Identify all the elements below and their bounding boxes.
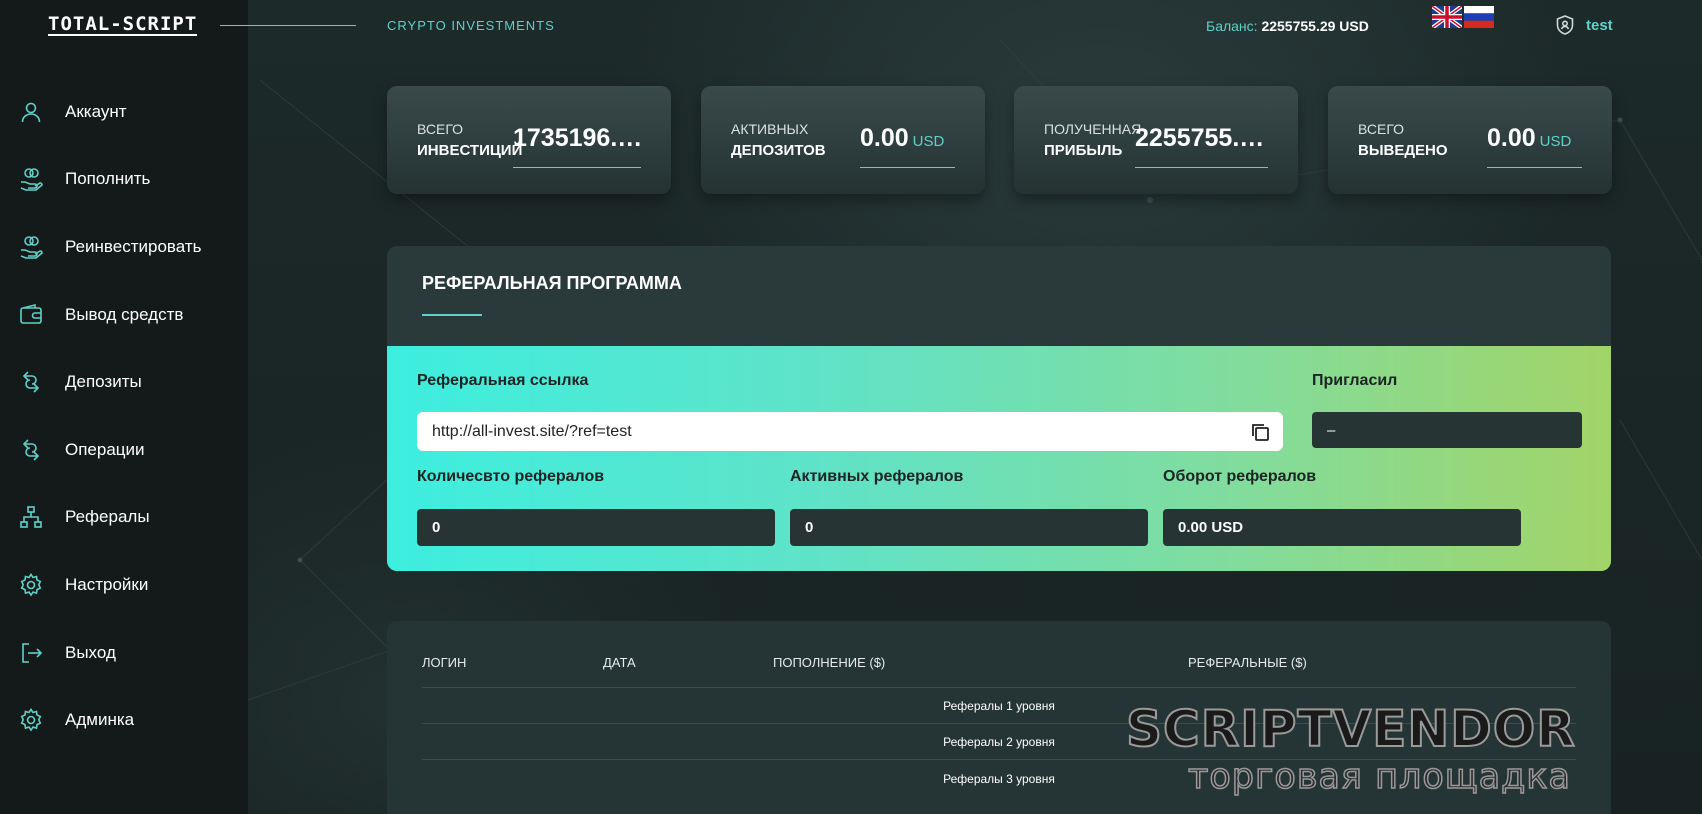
- sidebar-item-account[interactable]: Аккаунт: [0, 78, 248, 146]
- stat-label-bottom: ПРИБЫЛЬ: [1044, 142, 1123, 159]
- sidebar-item-operations[interactable]: Операции: [0, 416, 248, 484]
- stat-underline: [1135, 167, 1268, 168]
- sidebar-item-settings[interactable]: Настройки: [0, 551, 248, 619]
- sidebar-item-label: Вывод средств: [65, 304, 184, 324]
- coins-hand-icon: [18, 166, 44, 192]
- title-underline: [422, 314, 482, 316]
- referral-title: РЕФЕРАЛЬНАЯ ПРОГРАММА: [422, 273, 682, 293]
- sidebar-item-label: Выход: [65, 642, 116, 662]
- sidebar-item-label: Депозиты: [65, 372, 142, 392]
- referral-link-value: http://all-invest.site/?ref=test: [432, 422, 632, 440]
- transfer-icon: [18, 369, 44, 395]
- stat-card-total-invested: ВСЕГО ИНВЕСТИЦИЙ 1735196.…: [387, 86, 671, 194]
- watermark: SCRIPTVENDOR торговая площадка: [1125, 699, 1682, 800]
- balance-label: Баланс:: [1206, 18, 1258, 34]
- stat-underline: [1487, 167, 1582, 168]
- referral-link-label: Реферальная ссылка: [417, 372, 589, 389]
- active-referrals-label: Активных рефералов: [790, 468, 964, 485]
- column-header-referral[interactable]: РЕФЕРАЛЬНЫЕ ($): [1188, 655, 1307, 670]
- invited-by-field[interactable]: –: [1312, 412, 1582, 448]
- referral-count-label: Количесвто рефералов: [417, 468, 605, 485]
- stat-unit: USD: [912, 133, 945, 150]
- stat-underline: [860, 167, 955, 168]
- transfer-icon: [18, 437, 44, 463]
- invited-by-label: Пригласил: [1312, 372, 1398, 389]
- stat-label-top: АКТИВНЫХ: [731, 121, 809, 137]
- referral-details: Реферальная ссылка http://all-invest.sit…: [387, 346, 1611, 571]
- sidebar-nav: Аккаунт Пополнить Реинвестировать Вывод …: [0, 78, 248, 754]
- referral-turnover-field[interactable]: 0.00 USD: [1163, 509, 1521, 546]
- watermark-subtitle: торговая площадка: [1187, 756, 1571, 798]
- user-icon: [18, 99, 44, 125]
- row-divider: [422, 687, 1576, 688]
- gear-icon: [18, 572, 44, 598]
- coins-hand-icon: [18, 234, 44, 260]
- referral-panel: РЕФЕРАЛЬНАЯ ПРОГРАММА Реферальная ссылка…: [387, 246, 1611, 571]
- stat-value: 1735196.…: [513, 124, 641, 152]
- sidebar-item-label: Админка: [65, 710, 135, 730]
- sidebar-item-label: Пополнить: [65, 169, 151, 189]
- stat-label-top: ВСЕГО: [417, 121, 464, 137]
- stat-unit: USD: [1539, 133, 1572, 150]
- sidebar: TOTAL-SCRIPT Аккаунт Пополнить Реинвести…: [0, 0, 248, 814]
- stat-label-top: ВСЕГО: [1358, 121, 1405, 137]
- sidebar-item-deposits[interactable]: Депозиты: [0, 348, 248, 416]
- tagline: CRYPTO INVESTMENTS: [387, 18, 555, 33]
- stat-value: 2255755.…: [1135, 124, 1265, 152]
- wallet-icon: [18, 302, 44, 328]
- referral-turnover-label: Оборот рефералов: [1163, 468, 1317, 485]
- stat-label-bottom: ВЫВЕДЕНО: [1358, 142, 1448, 159]
- russian-flag[interactable]: [1464, 6, 1494, 28]
- stat-label-top: ПОЛУЧЕННАЯ: [1044, 121, 1142, 137]
- sidebar-item-referrals[interactable]: Рефералы: [0, 484, 248, 552]
- column-header-date[interactable]: ДАТА: [603, 655, 636, 670]
- stat-value: 0.00 USD: [860, 124, 945, 152]
- stat-value: 0.00 USD: [1487, 124, 1572, 152]
- sidebar-item-reinvest[interactable]: Реинвестировать: [0, 213, 248, 281]
- watermark-logo: SCRIPTVENDOR: [1125, 699, 1576, 759]
- gear-icon: [18, 707, 44, 733]
- referral-count-field[interactable]: 0: [417, 509, 775, 546]
- sidebar-item-withdraw[interactable]: Вывод средств: [0, 281, 248, 349]
- balance-value: 2255755.29 USD: [1261, 18, 1369, 34]
- active-referrals-field[interactable]: 0: [790, 509, 1148, 546]
- user-menu[interactable]: test: [1556, 15, 1613, 35]
- english-flag[interactable]: [1432, 6, 1462, 28]
- column-header-deposit[interactable]: ПОПОЛНЕНИЕ ($): [773, 655, 885, 670]
- header-divider: [220, 25, 356, 26]
- sidebar-item-label: Аккаунт: [65, 101, 127, 121]
- logo[interactable]: TOTAL-SCRIPT: [48, 14, 198, 36]
- stat-card-profit: ПОЛУЧЕННАЯ ПРИБЫЛЬ 2255755.…: [1014, 86, 1298, 194]
- sidebar-item-label: Рефералы: [65, 507, 150, 527]
- logout-icon: [18, 640, 44, 666]
- referral-link-field[interactable]: http://all-invest.site/?ref=test: [417, 412, 1283, 451]
- sidebar-item-label: Операции: [65, 439, 145, 459]
- shield-user-icon: [1556, 15, 1574, 35]
- stat-underline: [513, 167, 641, 168]
- stat-card-active-deposits: АКТИВНЫХ ДЕПОЗИТОВ 0.00 USD: [701, 86, 985, 194]
- stat-label-bottom: ИНВЕСТИЦИЙ: [417, 142, 523, 159]
- sidebar-item-logout[interactable]: Выход: [0, 619, 248, 687]
- stat-card-withdrawn: ВСЕГО ВЫВЕДЕНО 0.00 USD: [1328, 86, 1612, 194]
- username: test: [1586, 16, 1613, 34]
- column-header-login[interactable]: ЛОГИН: [422, 655, 466, 670]
- hierarchy-icon: [18, 504, 44, 530]
- sidebar-item-deposit[interactable]: Пополнить: [0, 146, 248, 214]
- balance: Баланс: 2255755.29 USD: [1206, 18, 1369, 34]
- sidebar-item-label: Настройки: [65, 574, 149, 594]
- stat-label-bottom: ДЕПОЗИТОВ: [731, 142, 826, 159]
- sidebar-item-admin[interactable]: Админка: [0, 686, 248, 754]
- language-switcher: [1432, 6, 1494, 28]
- copy-icon[interactable]: [1249, 421, 1271, 443]
- sidebar-item-label: Реинвестировать: [65, 236, 202, 256]
